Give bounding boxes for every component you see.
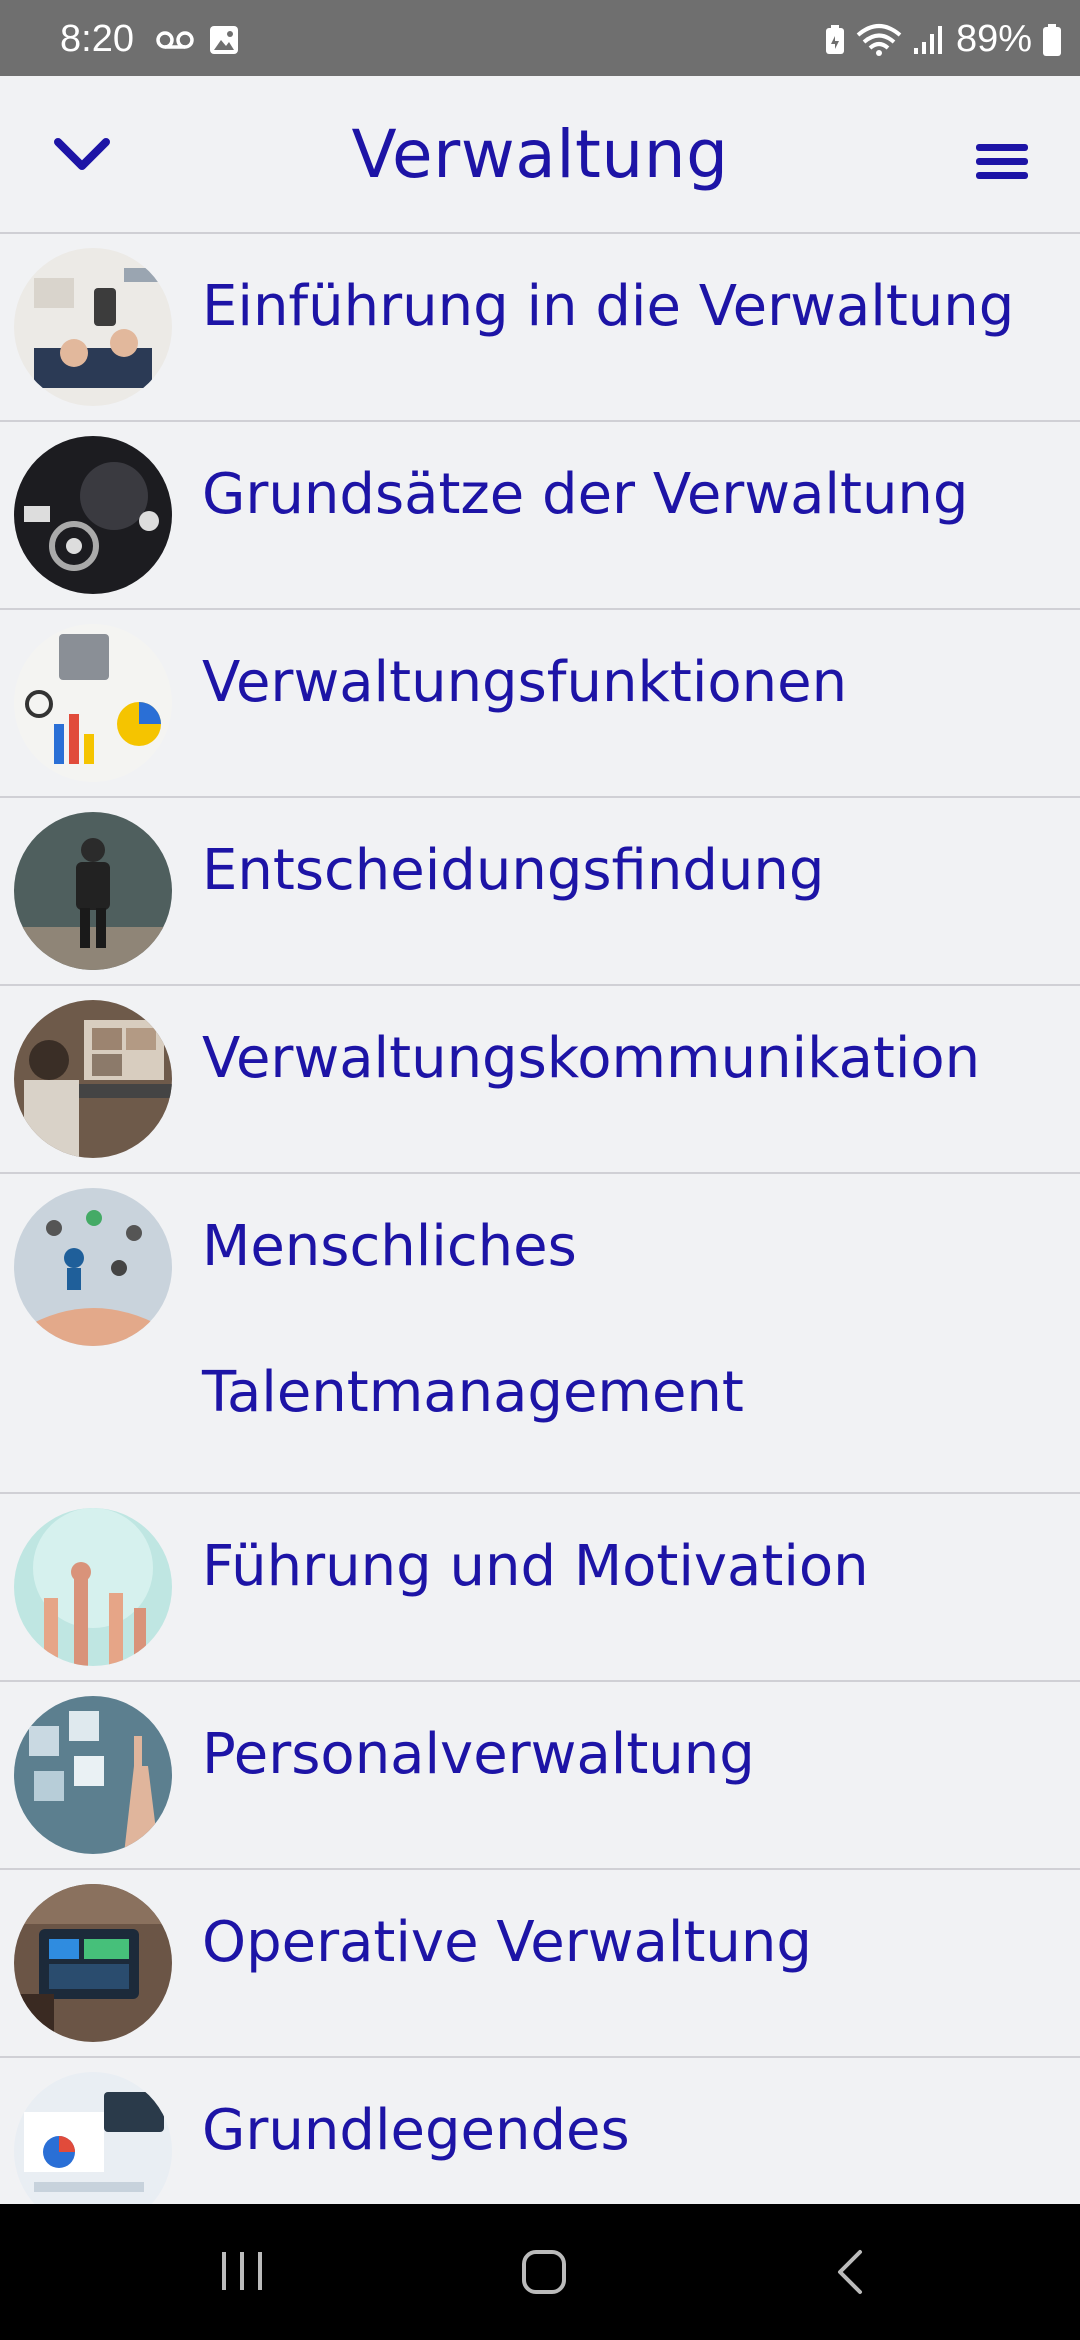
- list-item-label: Verwaltungskommunikation: [202, 1026, 981, 1091]
- list-item-label: Entscheidungsfindung: [202, 838, 825, 903]
- list-item-label: Operative Verwaltung: [202, 1910, 812, 1975]
- home-icon[interactable]: [520, 2248, 568, 2300]
- list-item-label: Verwaltungsfunktionen: [202, 650, 848, 715]
- back-icon[interactable]: [832, 2248, 868, 2300]
- gears-icons-photo: [14, 436, 172, 594]
- raised-hands-photo: [14, 1508, 172, 1666]
- list-item-label: Grundlegendes: [202, 2098, 630, 2163]
- video-call-photo: [14, 1000, 172, 1158]
- list-item[interactable]: Operative Verwaltung: [0, 1870, 1080, 2058]
- list-item-label: Grundsätze der Verwaltung: [202, 462, 969, 527]
- list-item[interactable]: Grundsätze der Verwaltung: [0, 422, 1080, 610]
- charts-calculator-photo: [14, 624, 172, 782]
- status-bar: 8:20 89%: [0, 0, 1080, 76]
- image-icon: [208, 24, 240, 56]
- list-item-label: Einführung in die Verwaltung: [202, 274, 1015, 339]
- list-item[interactable]: Verwaltungskommunikation: [0, 986, 1080, 1174]
- battery-icon: [1042, 23, 1062, 57]
- app-header: Verwaltung: [0, 76, 1080, 234]
- list-item[interactable]: Menschliches Talentmanagement: [0, 1174, 1080, 1494]
- page-title: Verwaltung: [351, 116, 729, 193]
- signal-icon: [912, 24, 946, 56]
- status-time: 8:20: [60, 18, 134, 60]
- man-chalkboard-photo: [14, 812, 172, 970]
- topic-list: Einführung in die Verwaltung Grundsätze …: [0, 234, 1080, 2246]
- wifi-icon: [856, 23, 902, 57]
- system-nav-bar: [0, 2204, 1080, 2340]
- list-item[interactable]: Verwaltungsfunktionen: [0, 610, 1080, 798]
- battery-saver-icon: [824, 24, 846, 56]
- list-item[interactable]: Einführung in die Verwaltung: [0, 234, 1080, 422]
- hamburger-menu-icon[interactable]: [974, 140, 1030, 184]
- office-desk-photo: [14, 248, 172, 406]
- list-item[interactable]: Personalverwaltung: [0, 1682, 1080, 1870]
- list-item[interactable]: Führung und Motivation: [0, 1494, 1080, 1682]
- battery-percent: 89%: [955, 18, 1032, 60]
- list-item-label: Menschliches Talentmanagement: [202, 1214, 744, 1425]
- people-hand-photo: [14, 1188, 172, 1346]
- list-item-label: Führung und Motivation: [202, 1534, 869, 1599]
- recent-apps-icon[interactable]: [218, 2248, 268, 2298]
- list-item[interactable]: Entscheidungsfindung: [0, 798, 1080, 986]
- list-item-label: Personalverwaltung: [202, 1722, 755, 1787]
- touchscreen-faces-photo: [14, 1696, 172, 1854]
- voicemail-icon: [156, 28, 194, 52]
- tablet-warehouse-photo: [14, 1884, 172, 2042]
